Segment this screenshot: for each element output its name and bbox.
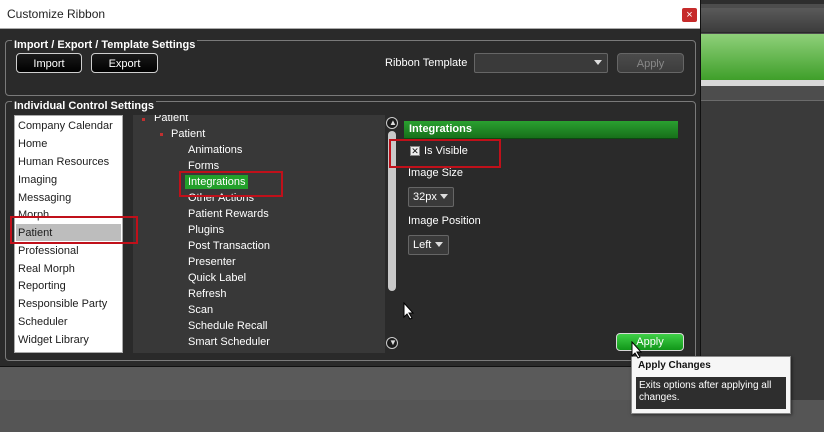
chevron-down-icon [435,242,443,247]
tree-item[interactable]: Post Transaction [188,240,270,252]
tooltip-body: Exits options after applying all changes… [636,377,786,409]
export-button[interactable]: Export [91,53,158,73]
category-item[interactable]: Responsible Party [18,298,107,310]
category-item[interactable]: Widget Library [18,334,89,346]
chevron-down-icon [440,194,448,199]
tree-root[interactable]: Patient [154,115,188,124]
chevron-up-icon: ▲ [389,118,397,127]
highlight-box-visible [389,139,501,168]
tree-item[interactable]: Smart Scheduler [188,336,270,348]
category-item[interactable]: Real Morph [18,263,75,275]
titlebar: Customize Ribbon × [0,0,700,29]
tree-expander-icon[interactable] [142,118,145,121]
import-export-group-title: Import / Export / Template Settings [12,39,198,51]
window-title: Customize Ribbon [7,7,106,21]
background-toolbar [700,8,824,33]
close-button[interactable]: × [682,8,697,22]
background-ribbon [700,34,824,80]
tree-item[interactable]: Quick Label [188,272,246,284]
tree-expander-icon[interactable] [160,133,163,136]
category-item[interactable]: Scheduler [18,316,68,328]
background-strip [700,80,824,86]
category-item[interactable]: Professional [18,245,79,257]
image-position-value: Left [413,239,432,251]
tree-item[interactable]: Plugins [188,224,224,236]
apply-button[interactable]: Apply [616,333,684,351]
mouse-cursor-icon [631,341,643,359]
category-item[interactable]: Reporting [18,280,66,292]
tree-item[interactable]: Scan [188,304,213,316]
tooltip-title: Apply Changes [638,360,711,371]
tree-item[interactable]: Patient Rewards [188,208,269,220]
ribbon-template-dropdown[interactable] [474,53,608,73]
category-item[interactable]: Imaging [18,174,57,186]
ribbon-template-label: Ribbon Template [385,57,468,69]
properties-header: Integrations [404,121,678,139]
tree-item[interactable]: Refresh [188,288,227,300]
background-topbar [700,0,824,4]
customize-ribbon-dialog: Customize Ribbon × Import / Export / Tem… [0,0,701,367]
highlight-box-category [10,216,138,244]
template-apply-button[interactable]: Apply [617,53,684,73]
image-size-label: Image Size [408,167,464,179]
tree-item[interactable]: Animations [188,144,242,156]
chevron-down-icon: ▼ [389,338,397,347]
category-item[interactable]: Messaging [18,192,71,204]
scroll-down-button[interactable]: ▼ [386,337,398,349]
apply-tooltip: Apply Changes Exits options after applyi… [631,356,791,414]
tree-item[interactable]: Presenter [188,256,236,268]
mouse-cursor-icon [403,302,415,320]
import-button[interactable]: Import [16,53,82,73]
tree-item[interactable]: Schedule Recall [188,320,268,332]
control-tree: Patient Patient Animations Forms Integra… [133,115,385,353]
tree-group[interactable]: Patient [171,128,205,140]
category-item[interactable]: Human Resources [18,156,109,168]
category-item[interactable]: Company Calendar [18,120,113,132]
image-position-label: Image Position [408,215,481,227]
image-position-dropdown[interactable]: Left [408,235,449,255]
chevron-down-icon [594,60,602,65]
highlight-box-tree-item [179,171,283,197]
properties-header-title: Integrations [409,123,472,135]
scroll-up-button[interactable]: ▲ [386,117,398,129]
image-size-value: 32px [413,191,437,203]
category-item[interactable]: Home [18,138,47,150]
individual-control-group-title: Individual Control Settings [12,100,156,112]
image-size-dropdown[interactable]: 32px [408,187,454,207]
